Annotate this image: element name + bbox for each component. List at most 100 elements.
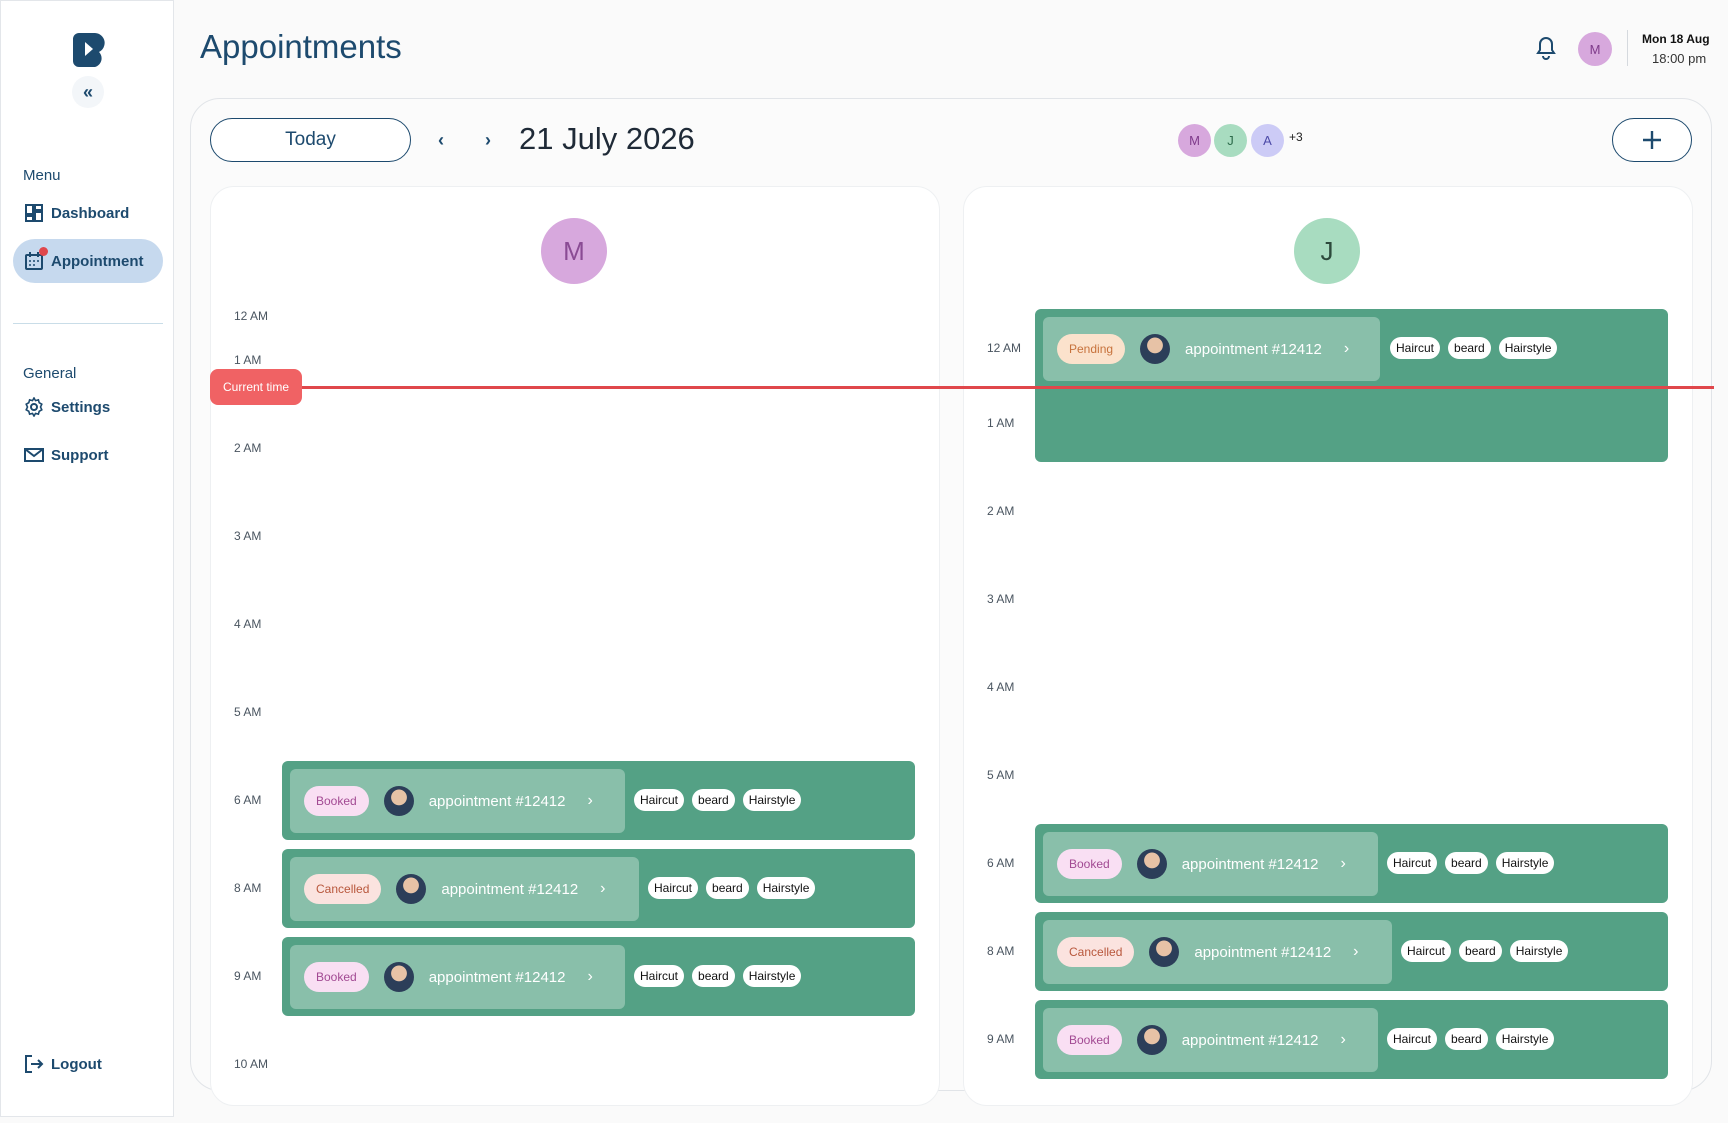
service-tags: Haircut beard Hairstyle	[648, 877, 816, 899]
appointment-card[interactable]: Pending appointment #12412 ›	[1043, 317, 1380, 381]
hour-label: 8 AM	[987, 944, 1015, 958]
chevron-right-icon: ›	[1353, 943, 1359, 960]
logout-icon	[24, 1054, 44, 1074]
user-avatar[interactable]: M	[1578, 32, 1612, 66]
appointment-title: appointment #12412	[1194, 943, 1332, 961]
status-badge: Pending	[1057, 334, 1126, 364]
more-staff-count[interactable]: +3	[1289, 130, 1303, 144]
service-tag: Hairstyle	[1509, 940, 1569, 962]
prev-day-button[interactable]: ‹	[430, 128, 452, 152]
customer-avatar	[1149, 937, 1180, 967]
service-tag: Hairstyle	[742, 965, 802, 987]
customer-avatar	[1140, 334, 1171, 364]
sidebar-item-dashboard[interactable]: Dashboard	[13, 191, 163, 235]
sidebar-item-label: Support	[51, 446, 109, 464]
sidebar-item-settings[interactable]: Settings	[13, 385, 163, 429]
appointment-block[interactable]: Booked appointment #12412 › Haircut bear…	[282, 937, 915, 1016]
appointment-card[interactable]: Cancelled appointment #12412 ›	[290, 857, 639, 921]
hour-label: 9 AM	[987, 1032, 1015, 1046]
sidebar: « Menu Dashboard Appointment General Set…	[0, 0, 174, 1117]
chevron-left-icon: ‹	[438, 129, 444, 150]
appointment-title: appointment #12412	[1181, 855, 1319, 873]
service-tags: Haircut beard Hairstyle	[1401, 940, 1569, 962]
appointment-title: appointment #12412	[428, 968, 566, 986]
service-tag: beard	[1445, 852, 1488, 874]
service-tag: beard	[1459, 940, 1502, 962]
service-tag: Haircut	[1390, 337, 1441, 359]
column-avatar-j: J	[1294, 218, 1360, 284]
appointment-card[interactable]: Booked appointment #12412 ›	[1043, 1008, 1378, 1072]
staff-avatar-a[interactable]: A	[1251, 124, 1284, 157]
customer-avatar	[1136, 849, 1167, 879]
add-appointment-button[interactable]	[1612, 118, 1692, 162]
menu-section-label: Menu	[23, 167, 61, 184]
chevron-right-icon: ›	[587, 792, 593, 809]
hour-label: 4 AM	[987, 680, 1015, 694]
staff-avatar-m[interactable]: M	[1178, 124, 1211, 157]
service-tag: Haircut	[634, 965, 685, 987]
hour-label: 10 AM	[234, 1057, 269, 1071]
staff-avatar-j[interactable]: J	[1214, 124, 1247, 157]
service-tag: beard	[1445, 1028, 1488, 1050]
hour-label: 9 AM	[234, 969, 262, 983]
appointment-card[interactable]: Booked appointment #12412 ›	[290, 945, 625, 1009]
sidebar-divider	[13, 323, 163, 324]
dashboard-icon	[24, 203, 44, 223]
customer-avatar	[383, 786, 414, 816]
service-tag: Haircut	[648, 877, 699, 899]
mail-icon	[24, 445, 44, 465]
sidebar-item-appointment[interactable]: Appointment	[13, 239, 163, 283]
sidebar-item-support[interactable]: Support	[13, 433, 163, 477]
status-badge: Booked	[1057, 1025, 1122, 1055]
service-tags: Haircut beard Hairstyle	[1390, 337, 1558, 359]
status-badge: Booked	[1057, 849, 1122, 879]
service-tag: Hairstyle	[756, 877, 816, 899]
service-tag: Haircut	[634, 789, 685, 811]
hour-label: 6 AM	[234, 793, 262, 807]
service-tag: Hairstyle	[1495, 852, 1555, 874]
hour-label: 3 AM	[234, 529, 262, 543]
calendar-icon	[24, 247, 48, 271]
appointment-title: appointment #12412	[1181, 1031, 1319, 1049]
chevron-right-icon: ›	[587, 968, 593, 985]
service-tags: Haircut beard Hairstyle	[634, 789, 802, 811]
double-chevron-left-icon: «	[82, 81, 93, 102]
appointment-card[interactable]: Cancelled appointment #12412 ›	[1043, 920, 1392, 984]
today-button[interactable]: Today	[210, 118, 411, 162]
hour-label: 12 AM	[987, 341, 1022, 355]
hour-label: 4 AM	[234, 617, 262, 631]
hour-label: 2 AM	[234, 441, 262, 455]
logout-button[interactable]: Logout	[13, 1042, 163, 1086]
next-day-button[interactable]: ›	[477, 128, 499, 152]
column-avatar-m: M	[541, 218, 607, 284]
appointment-block[interactable]: Cancelled appointment #12412 › Haircut b…	[282, 849, 915, 928]
service-tag: beard	[1448, 337, 1491, 359]
appointment-block[interactable]: Booked appointment #12412 › Haircut bear…	[1035, 1000, 1668, 1079]
appointment-block[interactable]: Booked appointment #12412 › Haircut bear…	[1035, 824, 1668, 903]
appointment-card[interactable]: Booked appointment #12412 ›	[290, 769, 625, 833]
status-badge: Booked	[304, 962, 369, 992]
collapse-sidebar-button[interactable]: «	[72, 76, 104, 108]
status-badge: Booked	[304, 786, 369, 816]
hour-label: 5 AM	[234, 705, 262, 719]
appointment-block[interactable]: Booked appointment #12412 › Haircut bear…	[282, 761, 915, 840]
hour-label: 8 AM	[234, 881, 262, 895]
chevron-right-icon: ›	[485, 129, 491, 150]
service-tags: Haircut beard Hairstyle	[634, 965, 802, 987]
current-date: 21 July 2026	[519, 121, 695, 156]
notification-dot	[39, 247, 48, 256]
hour-label: 2 AM	[987, 504, 1015, 518]
page-title: Appointments	[200, 28, 402, 65]
current-time-line	[300, 386, 1714, 389]
service-tag: beard	[692, 789, 735, 811]
appointment-block[interactable]: Cancelled appointment #12412 › Haircut b…	[1035, 912, 1668, 991]
plus-icon	[1643, 131, 1661, 149]
general-section-label: General	[23, 365, 77, 382]
hour-label: 3 AM	[987, 592, 1015, 606]
service-tag: Haircut	[1387, 1028, 1438, 1050]
appointment-card[interactable]: Booked appointment #12412 ›	[1043, 832, 1378, 896]
status-badge: Cancelled	[304, 874, 382, 904]
bell-icon[interactable]	[1535, 36, 1557, 60]
customer-avatar	[383, 962, 414, 992]
hour-label: 6 AM	[987, 856, 1015, 870]
